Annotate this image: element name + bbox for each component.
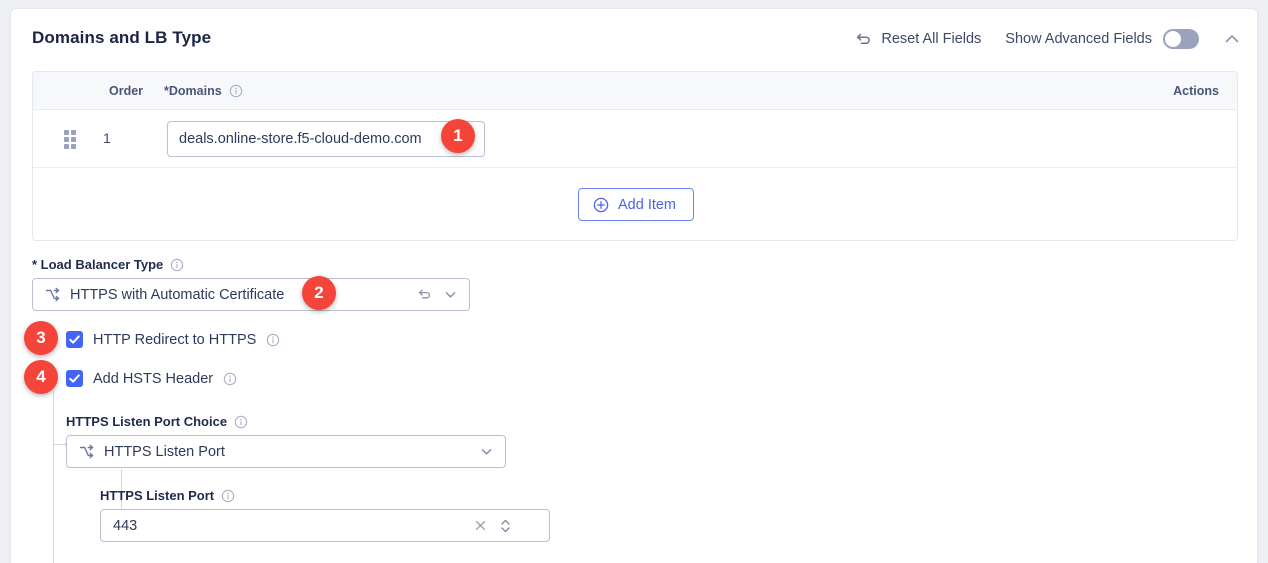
http-redirect-to-https-checkbox[interactable] [66, 331, 83, 348]
info-icon[interactable] [221, 489, 235, 503]
show-advanced-fields-label: Show Advanced Fields [1005, 31, 1152, 47]
card-header: Domains and LB Type Reset All Fields Sho… [11, 9, 1257, 73]
page-title: Domains and LB Type [32, 28, 212, 47]
https-listen-port-input[interactable] [113, 517, 473, 534]
add-item-label: Add Item [617, 196, 677, 213]
row-order-value: 1 [103, 130, 111, 146]
branch-icon [78, 443, 95, 460]
chevron-down-icon[interactable] [443, 287, 458, 302]
reset-arrow-icon[interactable] [417, 287, 432, 302]
column-header-domains: *Domains [164, 84, 243, 98]
domain-input[interactable] [167, 121, 485, 157]
chevron-down-icon[interactable] [479, 444, 494, 459]
plus-circle-icon [593, 197, 609, 213]
info-icon[interactable] [170, 258, 184, 272]
drag-handle-icon[interactable] [64, 130, 77, 149]
step-badge-3: 3 [24, 321, 58, 355]
load-balancer-type-label-text: * Load Balancer Type [32, 257, 164, 272]
info-icon[interactable] [229, 84, 243, 98]
step-badge-2: 2 [302, 276, 336, 310]
add-hsts-header-label: Add HSTS Header [93, 370, 214, 387]
step-badge-4: 4 [24, 360, 58, 394]
column-header-order: Order [109, 84, 144, 98]
https-listen-port-choice-label-text: HTTPS Listen Port Choice [66, 414, 228, 429]
https-listen-port-choice-label: HTTPS Listen Port Choice [66, 414, 248, 429]
load-balancer-type-value: HTTPS with Automatic Certificate [70, 286, 285, 303]
toggle-knob [1165, 31, 1181, 47]
header-actions: Reset All Fields Show Advanced Fields [855, 29, 1241, 49]
branch-icon [44, 286, 61, 303]
select-tail-icons [417, 287, 469, 302]
show-advanced-fields-toggle[interactable] [1163, 29, 1199, 49]
domains-lb-type-card: Domains and LB Type Reset All Fields Sho… [10, 8, 1258, 563]
domains-table: Order *Domains Actions 1 deals.online-st… [32, 71, 1238, 241]
clear-x-icon[interactable] [473, 518, 488, 533]
http-redirect-to-https-label: HTTP Redirect to HTTPS [93, 331, 257, 348]
https-listen-port-choice-value: HTTPS Listen Port [104, 443, 225, 460]
https-listen-port-field[interactable] [100, 509, 550, 542]
column-header-actions: Actions [1173, 84, 1219, 98]
spinner-arrows-icon[interactable] [499, 516, 512, 536]
add-hsts-header-checkbox[interactable] [66, 370, 83, 387]
reset-all-fields-button[interactable]: Reset All Fields [855, 31, 1005, 48]
http-redirect-to-https-row: HTTP Redirect to HTTPS [66, 331, 280, 348]
table-row: 1 [33, 110, 1237, 168]
add-item-button[interactable]: Add Item [577, 188, 695, 221]
column-header-domains-label: *Domains [164, 84, 222, 98]
table-header-row: Order *Domains Actions [33, 72, 1237, 110]
https-listen-port-label-text: HTTPS Listen Port [100, 488, 215, 503]
info-icon[interactable] [266, 333, 280, 347]
reset-all-fields-label: Reset All Fields [881, 31, 982, 47]
step-badge-1: 1 [441, 119, 475, 153]
add-item-row: Add Item [33, 168, 1237, 240]
select-tail-icons [479, 444, 505, 459]
add-hsts-header-row: Add HSTS Header [66, 370, 237, 387]
load-balancer-type-select[interactable]: HTTPS with Automatic Certificate [32, 278, 470, 311]
https-listen-port-choice-select[interactable]: HTTPS Listen Port [66, 435, 506, 468]
https-listen-port-label: HTTPS Listen Port [100, 488, 235, 503]
info-icon[interactable] [223, 372, 237, 386]
reset-arrow-icon [855, 31, 872, 48]
chevron-up-icon[interactable] [1223, 30, 1241, 48]
screen: Domains and LB Type Reset All Fields Sho… [0, 0, 1268, 563]
info-icon[interactable] [234, 415, 248, 429]
load-balancer-type-label: * Load Balancer Type [32, 257, 184, 272]
